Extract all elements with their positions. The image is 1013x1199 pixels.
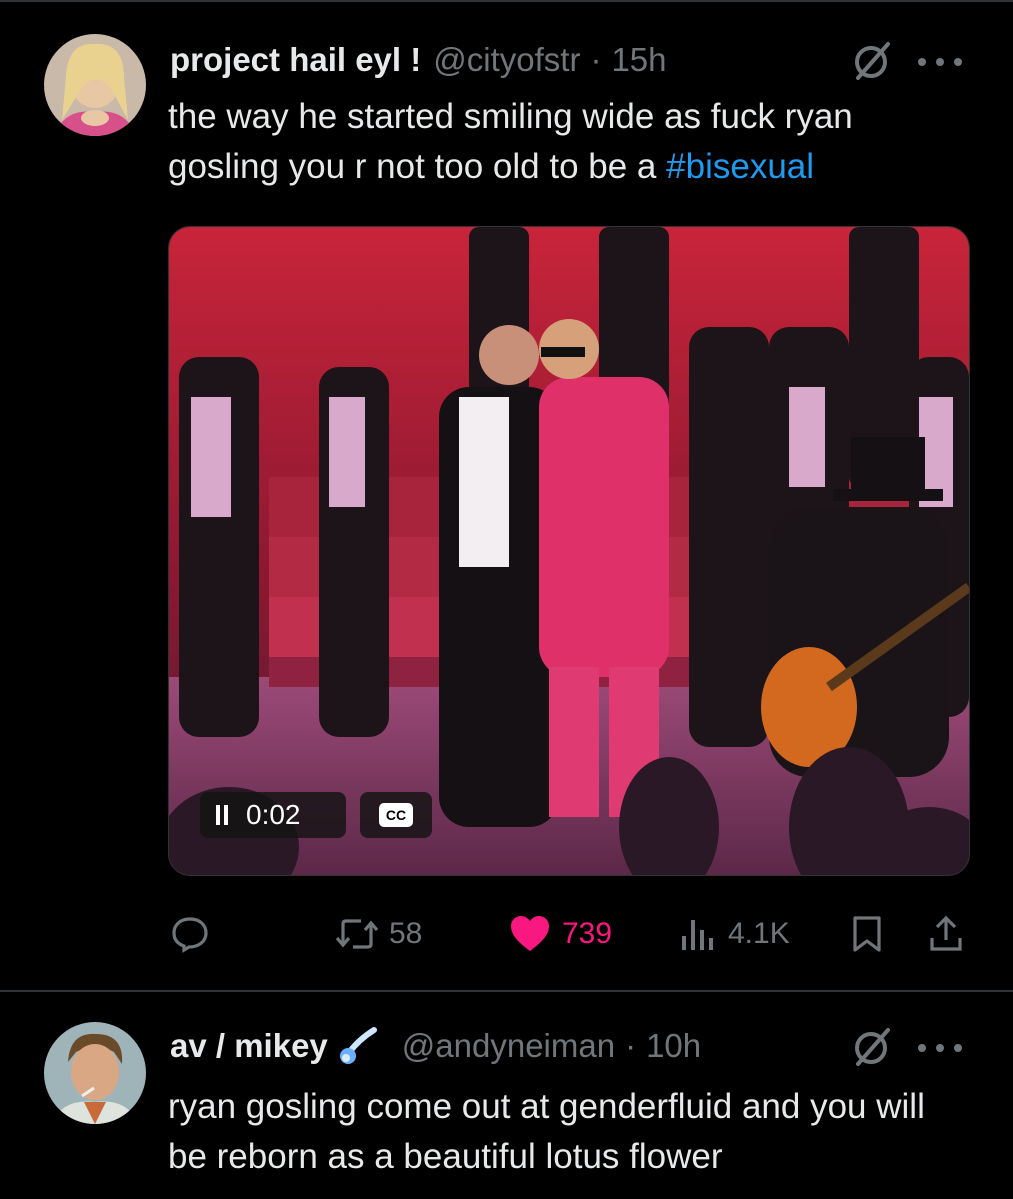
retweet-count: 58	[389, 917, 423, 950]
tweet-text-body: ryan gosling come out at genderfluid and…	[168, 1087, 925, 1176]
more-icon[interactable]	[918, 56, 962, 68]
tweet-2[interactable]: av / mikey @andyneiman · 10h ryan goslin…	[0, 992, 1013, 1199]
display-name[interactable]: av / mikey	[170, 1027, 328, 1065]
captions-button[interactable]: CC	[360, 792, 432, 838]
retweet-icon	[335, 919, 379, 949]
grok-icon[interactable]	[852, 40, 894, 82]
tweet-actions: 58 739 4.1K	[0, 908, 1013, 960]
like-count: 739	[562, 917, 613, 950]
grok-icon[interactable]	[852, 1026, 894, 1068]
like-button[interactable]: 739	[508, 908, 612, 960]
separator-dot: ·	[625, 1027, 637, 1064]
tweet-header: project hail eyl ! @cityofstr · 15h	[170, 40, 667, 80]
views-icon	[682, 920, 713, 950]
video-elapsed-time: 0:02	[246, 799, 301, 830]
separator-dot: ·	[590, 41, 602, 78]
tweet-text: the way he started smiling wide as fuck …	[168, 92, 968, 192]
views-count: 4.1K	[728, 917, 790, 950]
share-icon	[930, 915, 962, 951]
comet-emoji-icon	[338, 1026, 378, 1066]
more-icon[interactable]	[918, 1042, 962, 1054]
bookmark-button[interactable]	[850, 908, 884, 960]
bookmark-icon	[853, 916, 881, 952]
user-handle[interactable]: @cityofstr	[433, 41, 580, 79]
video-player[interactable]	[168, 226, 970, 876]
views-button[interactable]: 4.1K	[678, 908, 790, 960]
avatar[interactable]	[44, 34, 146, 136]
timestamp[interactable]: 15h	[611, 41, 666, 79]
reply-button[interactable]	[170, 908, 210, 960]
video-playback-control[interactable]: 0:02	[200, 792, 346, 838]
display-name[interactable]: project hail eyl !	[170, 41, 421, 79]
tweet-1[interactable]: project hail eyl ! @cityofstr · 15h the …	[0, 0, 1013, 990]
timestamp[interactable]: 10h	[646, 1027, 701, 1065]
hashtag-link[interactable]: #bisexual	[666, 147, 814, 186]
user-handle[interactable]: @andyneiman	[402, 1027, 615, 1065]
tweet-text: ryan gosling come out at genderfluid and…	[168, 1082, 968, 1182]
pause-icon[interactable]	[216, 805, 228, 825]
avatar[interactable]	[44, 1022, 146, 1124]
retweet-button[interactable]: 58	[335, 908, 422, 960]
video-frame	[169, 227, 969, 875]
cc-icon: CC	[379, 803, 413, 827]
reply-icon	[172, 917, 208, 953]
tweet-header: av / mikey @andyneiman · 10h	[170, 1026, 701, 1066]
heart-icon	[511, 916, 549, 951]
share-button[interactable]	[926, 908, 966, 960]
